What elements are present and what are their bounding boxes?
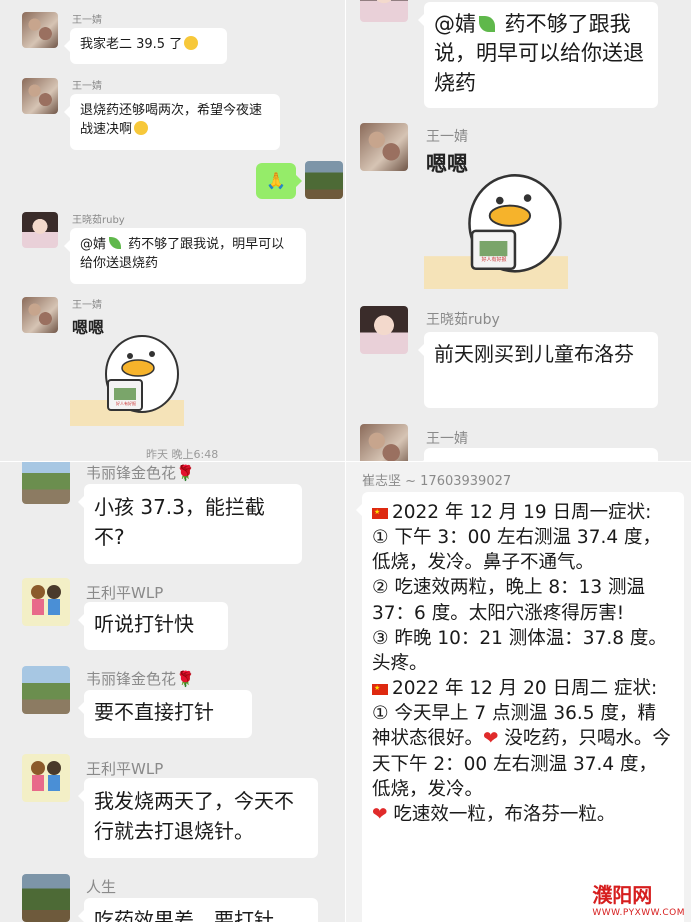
- sender-name: 韦丽锋金色花🌹: [86, 670, 195, 688]
- avatar[interactable]: [360, 0, 408, 22]
- sender-name: 王利平WLP: [86, 584, 164, 602]
- avatar[interactable]: [360, 123, 408, 171]
- message-text: 我发烧两天了，今天不行就去打退烧针。: [94, 789, 294, 843]
- sender-name: 崔志坚 ~ 17603939027: [362, 474, 512, 489]
- heart-emoji-icon: ❤: [372, 803, 388, 825]
- avatar[interactable]: [22, 578, 70, 626]
- message-text: 要不直接打针: [94, 700, 214, 724]
- sender-name: 王一婧: [72, 300, 102, 311]
- mention-text[interactable]: @婧: [434, 12, 476, 36]
- symptom-line: ② 吃速效两粒，晚上 8：13 测温 37：6 度。太阳穴涨疼得厉害!: [372, 577, 646, 624]
- message-bubble[interactable]: 听说打针快: [78, 602, 228, 650]
- avatar[interactable]: [22, 874, 70, 922]
- symptom-line: 2022 年 12 月 20 日周二 症状:: [372, 676, 674, 701]
- avatar[interactable]: [22, 754, 70, 802]
- message-bubble[interactable]: 吃药效果差，要打针: [78, 898, 318, 922]
- watermark-url: WWW.PYXWW.COM: [592, 908, 685, 918]
- message-text: 退烧药还够喝两次，希望今夜速战速决啊: [80, 103, 263, 137]
- self-avatar[interactable]: [305, 161, 343, 199]
- kids-avatar-icon: [31, 761, 61, 791]
- avatar[interactable]: [360, 424, 408, 461]
- duck-sticker[interactable]: 嗯嗯 好人有好报: [424, 144, 568, 290]
- message-bubble[interactable]: [418, 448, 658, 461]
- china-flag-icon: [372, 508, 388, 519]
- heart-emoji-icon: ❤: [483, 728, 499, 750]
- rose-emoji-icon: 🌹: [176, 670, 195, 688]
- avatar[interactable]: [22, 666, 70, 714]
- avatar[interactable]: [22, 12, 58, 48]
- avatar[interactable]: [22, 297, 58, 333]
- avatar[interactable]: [22, 212, 58, 248]
- message-bubble[interactable]: 退烧药还够喝两次，希望今夜速战速决啊: [64, 94, 280, 150]
- message-text: 吃药效果差，要打针: [94, 908, 274, 922]
- sender-name: 人生: [86, 878, 117, 896]
- cup-text: 好人有好报: [116, 401, 136, 406]
- sender-name: 王一婧: [426, 129, 468, 145]
- avatar[interactable]: [360, 306, 408, 354]
- avatar[interactable]: [22, 78, 58, 114]
- leaf-emoji-icon: [479, 16, 495, 32]
- rose-emoji-icon: 🌹: [176, 464, 195, 482]
- cup-text: 好人有好报: [481, 257, 507, 263]
- kids-avatar-icon: [31, 585, 61, 615]
- mention-text[interactable]: @婧: [80, 237, 106, 252]
- symptom-line: ① 今天早上 7 点测温 36.5 度，精神状态很好。❤ 没吃药，只喝水。今天下…: [372, 703, 671, 800]
- face-emoji-icon: [184, 36, 199, 50]
- message-bubble[interactable]: 2022 年 12 月 19 日周一症状: ① 下午 3：00 左右测温 37.…: [356, 492, 684, 922]
- symptom-line: ❤ 吃速效一粒，布洛芬一粒。: [372, 803, 616, 825]
- sender-name: 王一婧: [72, 15, 102, 26]
- sender-name: 王晓茹ruby: [426, 312, 500, 328]
- site-watermark: 濮阳网 WWW.PYXWW.COM: [592, 879, 685, 918]
- timestamp: 昨天 晚上6:48: [146, 448, 219, 461]
- watermark-text: 濮阳网: [592, 883, 653, 907]
- sender-name: 王晓茹ruby: [72, 215, 125, 226]
- china-flag-icon: [372, 684, 388, 696]
- leaf-emoji-icon: [109, 237, 122, 249]
- sticker-text: 嗯嗯: [72, 318, 105, 337]
- message-bubble[interactable]: @婧 药不够了跟我说，明早可以给你送退烧药: [64, 228, 306, 284]
- symptom-line: ③ 昨晚 10：21 测体温：37.8 度。头疼。: [372, 627, 667, 674]
- message-bubble[interactable]: 我家老二 39.5 了: [64, 28, 227, 64]
- message-bubble[interactable]: 要不直接打针: [78, 690, 252, 738]
- message-bubble[interactable]: @婧 药不够了跟我说，明早可以给你送退烧药: [418, 2, 658, 108]
- message-bubble[interactable]: 我发烧两天了，今天不行就去打退烧针。: [78, 778, 318, 858]
- chat-panel-bottom-right: 崔志坚 ~ 17603939027 2022 年 12 月 19 日周一症状: …: [346, 462, 691, 922]
- sender-name: 王一婧: [72, 81, 102, 92]
- sent-message-bubble[interactable]: 🙏: [256, 163, 302, 199]
- message-text: 我家老二 39.5 了: [80, 37, 183, 52]
- message-text: 前天刚买到儿童布洛芬: [434, 342, 634, 366]
- chat-panel-bottom-left: 韦丽锋金色花🌹 小孩 37.3，能拦截不? 王利平WLP 听说打针快 韦丽锋金色…: [0, 462, 345, 922]
- avatar[interactable]: [22, 462, 70, 504]
- sender-name: 王利平WLP: [86, 760, 164, 778]
- face-emoji-icon: [134, 120, 149, 135]
- sender-name: 王一婧: [426, 431, 468, 447]
- chat-panel-top-left: 王一婧 我家老二 39.5 了 王一婧 退烧药还够喝两次，希望今夜速战速决啊 🙏…: [0, 0, 345, 461]
- sticker-text: 嗯嗯: [426, 152, 468, 176]
- symptom-line: ① 下午 3：00 左右测温 37.4 度，低烧，发冷。鼻子不通气。: [372, 527, 661, 574]
- chat-panel-top-right: @婧 药不够了跟我说，明早可以给你送退烧药 王一婧 嗯嗯 好人有好报 王晓茹ru…: [346, 0, 691, 461]
- message-text: 听说打针快: [94, 612, 194, 636]
- duck-sticker[interactable]: 嗯嗯 好人有好报: [70, 312, 184, 426]
- message-bubble[interactable]: 小孩 37.3，能拦截不?: [78, 484, 302, 564]
- sender-name: 韦丽锋金色花🌹: [86, 464, 195, 482]
- message-text: 小孩 37.3，能拦截不?: [94, 495, 265, 549]
- pray-emoji-icon: 🙏: [266, 171, 286, 190]
- message-bubble[interactable]: 前天刚买到儿童布洛芬: [418, 332, 658, 408]
- symptom-line: 2022 年 12 月 19 日周一症状:: [372, 500, 674, 525]
